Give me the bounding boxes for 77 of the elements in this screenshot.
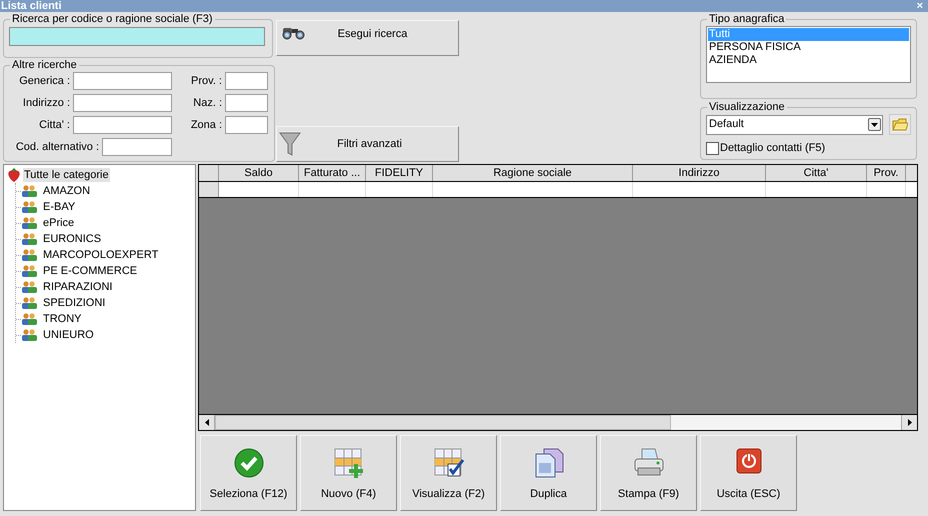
field-label: Indirizzo : (22, 96, 70, 111)
action-button[interactable]: Nuovo (F4) (300, 435, 397, 511)
grid-check-icon (434, 448, 464, 478)
dropdown[interactable]: Default (706, 114, 883, 134)
column-header[interactable]: Citta' (766, 165, 867, 181)
text-field[interactable] (225, 72, 268, 90)
people-icon (21, 297, 38, 309)
caret-icon (868, 118, 881, 131)
column-header[interactable]: Indirizzo (633, 165, 766, 181)
field-label: Generica : (19, 74, 70, 89)
window-title: Lista clienti (1, 0, 62, 12)
field-label: Prov. : (191, 74, 222, 89)
strawberry-icon (7, 166, 21, 182)
people-icon (21, 329, 38, 341)
right-arrow-icon (908, 419, 912, 426)
field-label: Cod. alternativo : (16, 140, 99, 155)
check-icon (234, 448, 264, 478)
text-field[interactable] (73, 72, 172, 90)
power-icon (736, 448, 762, 474)
tree-item[interactable]: ePrice (42, 216, 76, 230)
action-button[interactable]: Duplica (500, 435, 597, 511)
people-icon (21, 201, 38, 213)
column-header[interactable]: Fatturato ... (299, 165, 366, 181)
group-label: Tipo anagrafica (708, 13, 786, 25)
left-arrow-icon (204, 419, 208, 426)
binoculars-icon (281, 26, 307, 40)
group-label: Ricerca per codice o ragione sociale (F3) (11, 13, 214, 25)
scrollbar-thumb[interactable] (215, 415, 671, 430)
column-header[interactable]: Ragione sociale (433, 165, 633, 181)
group-label: Altre ricerche (11, 59, 78, 71)
documents-icon (534, 448, 564, 478)
text-field[interactable] (225, 94, 268, 112)
people-icon (21, 281, 38, 293)
tree-item[interactable]: RIPARAZIONI (42, 280, 114, 294)
action-button[interactable]: Stampa (F9) (600, 435, 697, 511)
list-item[interactable]: PERSONA FISICA (708, 41, 909, 54)
action-button[interactable]: Visualizza (F2) (400, 435, 497, 511)
search-field[interactable] (9, 27, 265, 46)
field-label: Naz. : (193, 96, 222, 111)
tree-item[interactable]: SPEDIZIONI (42, 296, 106, 310)
column-header[interactable]: Saldo (219, 165, 299, 181)
text-field[interactable] (73, 94, 172, 112)
tree-item[interactable]: AMAZON (42, 184, 92, 198)
people-icon (21, 185, 38, 197)
column-header[interactable]: FIDELITY (366, 165, 433, 181)
group-label: Visualizzazione (708, 101, 786, 113)
people-icon (21, 313, 38, 325)
scroll-left-button[interactable] (199, 415, 215, 430)
action-button[interactable]: Seleziona (F12) (200, 435, 297, 511)
people-icon (21, 217, 38, 229)
people-icon (21, 265, 38, 277)
folder-button[interactable] (889, 114, 911, 135)
field-label: Zona : (190, 118, 222, 133)
tree-item[interactable]: UNIEURO (42, 328, 95, 342)
text-field[interactable] (73, 116, 172, 134)
grid-add-icon (334, 448, 364, 478)
field-label: Citta' : (39, 118, 70, 133)
people-icon (21, 233, 38, 245)
list-box[interactable]: Tutti PERSONA FISICA AZIENDA (706, 26, 911, 83)
text-field[interactable] (225, 116, 268, 134)
tree-item[interactable]: TRONY (42, 312, 82, 326)
checkbox[interactable] (706, 142, 719, 155)
list-item[interactable]: AZIENDA (708, 54, 909, 67)
button[interactable]: Filtri avanzati (276, 126, 459, 162)
funnel-icon (279, 131, 301, 157)
text-field[interactable] (102, 138, 172, 156)
action-button[interactable]: Uscita (ESC) (700, 435, 797, 511)
tree-item[interactable]: Tutte le categorie (23, 168, 110, 182)
scroll-right-button[interactable] (901, 415, 917, 430)
tree-item[interactable]: EURONICS (42, 232, 102, 246)
checkbox-row[interactable]: Dettaglio contatti (F5) (706, 140, 911, 156)
tree-item[interactable]: MARCOPOLOEXPERT (42, 248, 160, 262)
tree-item[interactable]: PE E-COMMERCE (42, 264, 138, 278)
people-icon (21, 249, 38, 261)
tree-item[interactable]: E-BAY (42, 200, 76, 214)
printer-icon (632, 448, 664, 478)
button[interactable]: Esegui ricerca (276, 20, 459, 56)
